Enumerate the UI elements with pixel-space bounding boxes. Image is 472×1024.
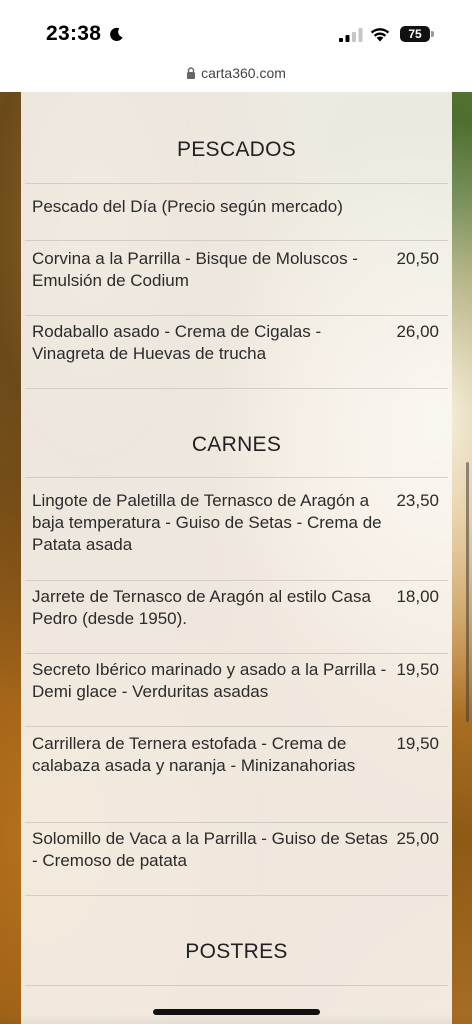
battery-icon: 75 (400, 26, 430, 42)
bottom-fade (0, 1014, 472, 1024)
menu-item[interactable]: Solomillo de Vaca a la Parrilla - Guiso … (25, 822, 448, 895)
menu-item[interactable]: Pescado del Día (Precio según mercado) (25, 183, 448, 240)
menu-item[interactable]: Secreto Ibérico marinado y asado a la Pa… (25, 653, 448, 726)
section-title-carnes: CARNES (191, 433, 282, 456)
dish-name: Rodaballo asado - Crema de Cigalas - Vin… (32, 322, 322, 363)
battery-level: 75 (408, 27, 422, 41)
dish-name: Jarrete de Ternasco de Aragón al estilo … (32, 587, 371, 628)
browser-address-bar[interactable]: carta360.com (0, 62, 472, 92)
url-text: carta360.com (201, 65, 286, 81)
wifi-icon (370, 28, 390, 42)
dish-price: 20,50 (396, 249, 439, 268)
cellular-signal-icon (339, 28, 363, 42)
menu-item[interactable]: Rodaballo asado - Crema de Cigalas - Vin… (25, 315, 448, 388)
menu-item[interactable]: Corvina a la Parrilla - Bisque de Molusc… (25, 240, 448, 315)
dish-name: Pescado del Día (Precio según mercado) (32, 197, 343, 216)
dish-name: Solomillo de Vaca a la Parrilla - Guiso … (32, 829, 388, 870)
menu-item[interactable]: Lingote de Paletilla de Ternasco de Arag… (25, 477, 448, 580)
dish-price: 23,50 (396, 491, 439, 510)
dish-name: Lingote de Paletilla de Ternasco de Arag… (32, 491, 382, 554)
dish-price: 18,00 (396, 587, 439, 606)
menu-item[interactable]: Jarrete de Ternasco de Aragón al estilo … (25, 580, 448, 653)
dish-price: 19,50 (396, 734, 439, 753)
section-divider (25, 985, 448, 986)
menu-item[interactable]: Carrillera de Ternera estofada - Crema d… (25, 726, 448, 822)
scrollbar[interactable] (466, 462, 469, 722)
dish-price: 26,00 (396, 322, 439, 341)
lock-icon (187, 67, 196, 79)
home-indicator[interactable] (153, 1009, 320, 1015)
dish-price: 25,00 (396, 829, 439, 848)
section-title-pescados: PESCADOS (176, 138, 297, 161)
battery-cap (431, 31, 434, 37)
section-divider (25, 895, 448, 896)
dish-name: Corvina a la Parrilla - Bisque de Molusc… (32, 249, 358, 290)
status-bar: 23:38 75 (0, 0, 472, 62)
dish-price: 19,50 (396, 660, 439, 679)
moon-icon (110, 27, 123, 41)
section-divider (25, 388, 448, 389)
section-title-postres: POSTRES (185, 940, 288, 963)
clock-time: 23:38 (46, 22, 102, 45)
dish-name: Carrillera de Ternera estofada - Crema d… (32, 734, 356, 775)
dish-name: Secreto Ibérico marinado y asado a la Pa… (32, 660, 387, 701)
